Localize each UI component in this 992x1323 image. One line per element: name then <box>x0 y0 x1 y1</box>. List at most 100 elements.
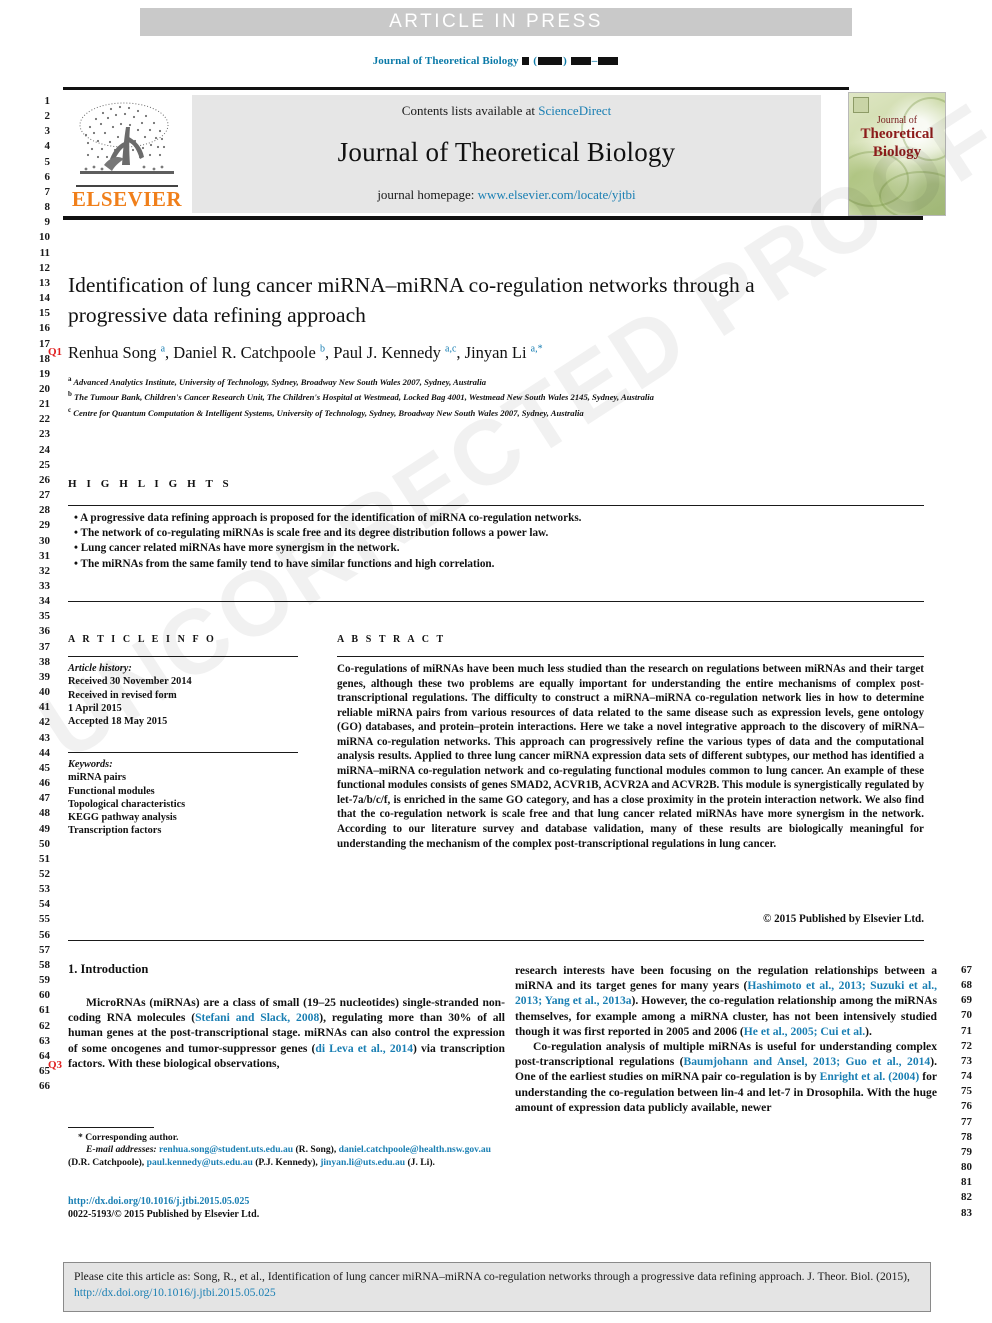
line-number: 1 <box>44 95 51 107</box>
body-column-left: MicroRNAs (miRNAs) are a class of small … <box>68 995 505 1071</box>
line-number: 13 <box>39 276 50 289</box>
abstract-copyright: © 2015 Published by Elsevier Ltd. <box>763 913 924 925</box>
line-number: 3 <box>44 125 51 138</box>
line-number: 28 <box>39 504 50 517</box>
article-history: Article history: Received 30 November 20… <box>68 662 308 728</box>
email-addresses-label: E-mail addresses: <box>86 1144 157 1156</box>
line-number: 22 <box>39 413 50 426</box>
line-number: 45 <box>39 761 50 774</box>
line-number: 2 <box>44 110 51 123</box>
line-number: 23 <box>39 428 50 441</box>
line-number: 12 <box>39 261 50 274</box>
contents-line: Contents lists available at ScienceDirec… <box>192 103 821 119</box>
article-history-label: Article history: <box>68 663 132 674</box>
line-number: 42 <box>39 716 50 729</box>
footnote-rule <box>68 1127 154 1129</box>
abstract-rule-top <box>337 656 924 658</box>
issn-copyright: 0022-5193/© 2015 Published by Elsevier L… <box>68 1209 260 1220</box>
line-number: 38 <box>39 655 50 668</box>
elsevier-logo: ELSEVIER <box>68 95 186 213</box>
affiliation-c: c Centre for Quantum Computation & Intel… <box>68 405 584 418</box>
keywords-label: Keywords: <box>68 759 113 770</box>
doi-block: http://dx.doi.org/10.1016/j.jtbi.2015.05… <box>68 1195 508 1221</box>
journal-homepage-link[interactable]: www.elsevier.com/locate/yjtbi <box>478 187 636 202</box>
cite-text-body: Please cite this article as: Song, R., e… <box>74 1270 910 1283</box>
masthead-bottom-rule <box>63 216 923 220</box>
query-flag-q1[interactable]: Q1 <box>48 346 62 358</box>
history-item: Received in revised form <box>68 689 177 701</box>
line-number: 62 <box>39 1019 50 1032</box>
affiliations: a Advanced Analytics Institute, Universi… <box>68 373 858 419</box>
line-number: 81 <box>961 1176 972 1189</box>
intro-paragraph-right-2: Co-regulation analysis of multiple miRNA… <box>515 1040 938 1114</box>
cite-doi-link[interactable]: http://dx.doi.org/10.1016/j.jtbi.2015.05… <box>74 1286 276 1299</box>
line-number: 55 <box>39 913 50 926</box>
query-flag-q3[interactable]: Q3 <box>48 1059 62 1071</box>
line-number: 30 <box>39 534 50 547</box>
abstract-text: Co-regulations of miRNAs have been much … <box>337 663 924 850</box>
line-number: 29 <box>39 519 50 532</box>
running-head-journal: Journal of Theoretical Biology <box>372 55 519 67</box>
cover-line-theoretical: Theoretical <box>860 126 934 142</box>
line-number: 74 <box>961 1070 972 1083</box>
line-number: 51 <box>39 852 50 865</box>
doi-link[interactable]: http://dx.doi.org/10.1016/j.jtbi.2015.05… <box>68 1195 508 1208</box>
highlights-heading: H I G H L I G H T S <box>68 478 233 490</box>
line-number: 54 <box>39 898 50 911</box>
homepage-label: journal homepage: <box>377 187 475 202</box>
running-head-volume: () – <box>521 55 619 67</box>
cite-this-article-text: Please cite this article as: Song, R., e… <box>74 1269 922 1301</box>
highlights-rule-top <box>68 505 924 507</box>
abstract-heading: A B S T R A C T <box>337 634 446 645</box>
line-number: 60 <box>39 989 50 1002</box>
cover-line-journal: Journal of <box>876 115 918 126</box>
keyword-item: Transcription factors <box>68 825 162 837</box>
line-number: 14 <box>39 292 50 305</box>
history-item: Received 30 November 2014 <box>68 676 192 688</box>
line-number: 6 <box>44 170 51 183</box>
line-number: 57 <box>39 943 50 956</box>
article-info-rule-bottom <box>68 752 298 754</box>
line-number: 24 <box>39 443 50 456</box>
line-number: 17 <box>39 337 50 350</box>
body-column-right: research interests have been focusing on… <box>515 963 937 1115</box>
line-number: 66 <box>39 1080 50 1093</box>
line-number: 52 <box>39 867 50 880</box>
line-number: 69 <box>961 994 972 1007</box>
cover-emblem-icon <box>853 97 869 113</box>
line-number: 71 <box>961 1024 972 1037</box>
line-number: 40 <box>39 686 50 699</box>
line-number: 78 <box>961 1130 972 1143</box>
homepage-line: journal homepage: www.elsevier.com/locat… <box>192 187 821 203</box>
article-info-rule-top <box>68 656 298 658</box>
affiliation-b: b The Tumour Bank, Children's Cancer Res… <box>68 390 654 403</box>
line-number: 48 <box>39 807 50 820</box>
line-number: 76 <box>961 1100 972 1113</box>
line-number: 15 <box>39 307 50 320</box>
line-number: 34 <box>39 595 50 608</box>
line-number: 53 <box>39 883 50 896</box>
line-number: 49 <box>39 822 50 835</box>
line-number: 26 <box>39 473 50 486</box>
line-number: 77 <box>961 1115 972 1128</box>
line-number: 82 <box>961 1191 972 1204</box>
keywords-block: Keywords: miRNA pairs Functional modules… <box>68 758 308 838</box>
article-page: ARTICLE IN PRESS Journal of Theoretical … <box>0 0 992 1323</box>
line-number: 31 <box>39 549 50 562</box>
line-number: 73 <box>961 1054 972 1067</box>
line-number: 41 <box>39 701 50 714</box>
line-number: 19 <box>39 367 50 380</box>
line-number: 64 <box>39 1049 50 1062</box>
line-number: 56 <box>39 928 50 941</box>
email-addresses-line: E-mail addresses: renhua.song@student.ut… <box>68 1144 508 1169</box>
line-number: 8 <box>44 201 51 214</box>
line-number: 33 <box>39 580 50 592</box>
line-number: 35 <box>39 610 50 623</box>
intro-paragraph-left: MicroRNAs (miRNAs) are a class of small … <box>68 996 505 1070</box>
line-number: 7 <box>44 185 51 198</box>
sciencedirect-link[interactable]: ScienceDirect <box>538 103 611 118</box>
affiliation-a: a Advanced Analytics Institute, Universi… <box>68 375 487 387</box>
keyword-item: Topological characteristics <box>68 798 186 810</box>
section-heading-introduction: 1. Introduction <box>68 962 149 976</box>
line-number: 32 <box>39 564 50 577</box>
